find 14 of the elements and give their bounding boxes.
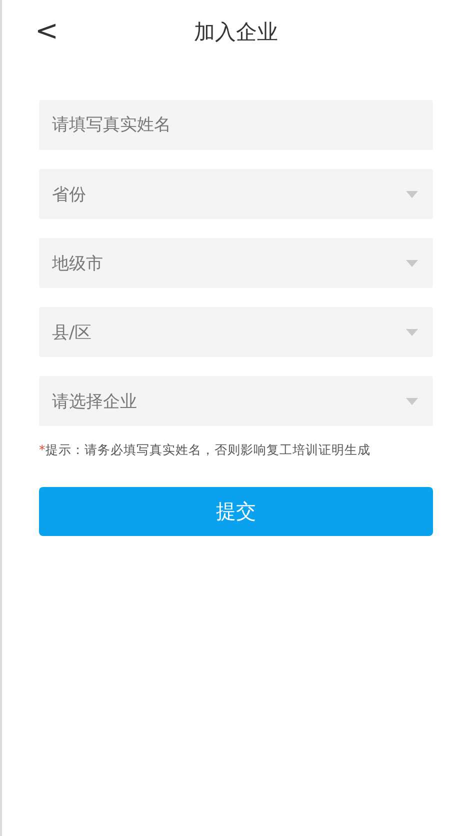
select-field[interactable]: 省份 [39,169,433,219]
caret-icon [406,260,418,266]
select-field[interactable]: 请选择企业 [39,376,433,426]
select-field[interactable]: 地级市 [39,238,433,288]
back-button[interactable]: < [31,14,62,48]
required-mark: * [39,442,46,459]
caret-icon [406,398,418,404]
caret-icon [406,328,418,336]
name-field[interactable]: 请填写真实姓名 [39,100,433,150]
page-title: 加入企业 [194,19,278,46]
caret-icon [406,190,418,198]
select-field[interactable]: 县/区 [39,307,433,357]
hint-text: 提示：请务必填写真实姓名，否则影响复工培训证明生成 [45,442,370,459]
submit-button[interactable]: 提交 [39,487,433,536]
